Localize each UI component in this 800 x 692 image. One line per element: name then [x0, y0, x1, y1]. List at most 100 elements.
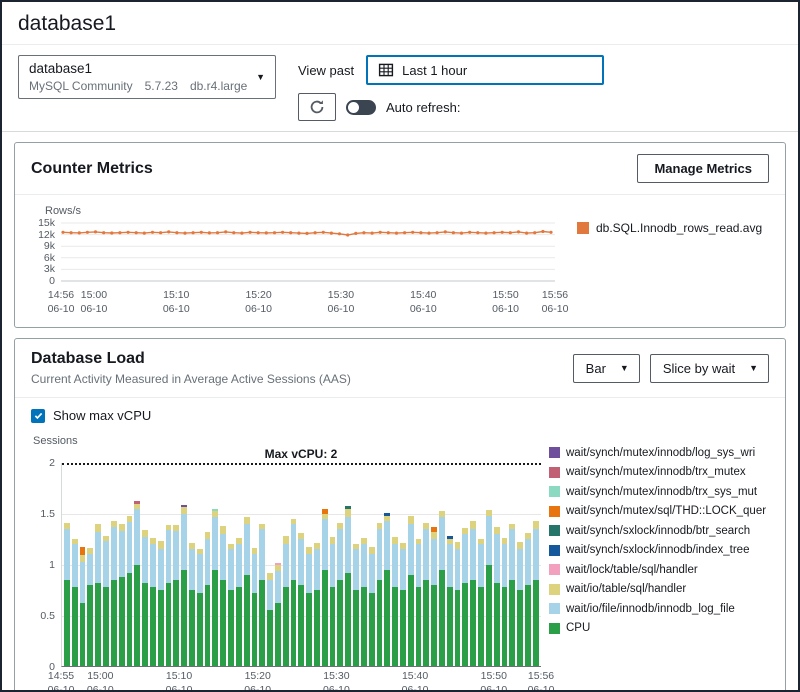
- y-axis-tick-label: 1: [49, 559, 55, 571]
- load-bar: [298, 463, 304, 666]
- load-bar-segment: [158, 549, 164, 590]
- load-bar: [494, 463, 500, 666]
- load-legend: wait/synch/mutex/innodb/log_sys_wriwait/…: [549, 435, 777, 692]
- max-vcpu-annotation: Max vCPU: 2: [61, 447, 541, 461]
- load-bar-segment: [283, 536, 289, 544]
- load-y-axis: 21.510.50: [31, 463, 61, 667]
- load-bar: [502, 463, 508, 666]
- load-bar-segment: [408, 524, 414, 575]
- load-bar: [220, 463, 226, 666]
- load-bar-segment: [87, 554, 93, 584]
- load-bar: [212, 463, 218, 666]
- load-bar-segment: [275, 571, 281, 603]
- chart-type-select[interactable]: Bar ▼: [573, 354, 640, 383]
- load-bar-segment: [95, 532, 101, 583]
- view-past-label: View past: [298, 63, 354, 78]
- load-bar-segment: [525, 585, 531, 666]
- load-bar-segment: [80, 555, 86, 562]
- counter-line-chart: [61, 219, 555, 283]
- database-selector-dropdown[interactable]: database1 MySQL Community 5.7.23 db.r4.l…: [18, 55, 276, 99]
- y-axis-tick-label: 6k: [44, 252, 55, 264]
- legend-swatch: [549, 545, 560, 556]
- load-bar-segment: [377, 529, 383, 580]
- database-name: database1: [29, 61, 247, 76]
- load-bar-segment: [252, 593, 258, 666]
- load-bar-segment: [244, 575, 250, 666]
- load-bar-segment: [166, 583, 172, 666]
- legend-swatch: [549, 564, 560, 575]
- load-bar-segment: [244, 517, 250, 524]
- load-bar: [72, 463, 78, 666]
- load-bar-segment: [205, 532, 211, 539]
- legend-swatch: [549, 603, 560, 614]
- load-bar-segment: [103, 541, 109, 587]
- legend-item: wait/synch/sxlock/innodb/index_tree: [549, 541, 777, 561]
- load-bar: [439, 463, 445, 666]
- legend-swatch: [549, 486, 560, 497]
- refresh-button[interactable]: [298, 93, 336, 121]
- load-bar-segment: [439, 517, 445, 570]
- load-bar-segment: [181, 514, 187, 570]
- database-version: 5.7.23: [145, 79, 178, 93]
- load-bar-segment: [337, 529, 343, 580]
- legend-label: wait/synch/sxlock/innodb/btr_search: [566, 525, 750, 537]
- y-axis-tick-label: 9k: [44, 240, 55, 252]
- legend-swatch: [549, 467, 560, 478]
- load-bar: [486, 463, 492, 666]
- x-axis-tick-label: 15:3006-10: [327, 289, 354, 316]
- load-bar: [291, 463, 297, 666]
- load-bar-segment: [416, 587, 422, 666]
- auto-refresh-toggle[interactable]: [346, 100, 376, 115]
- load-bar: [423, 463, 429, 666]
- load-bar-segment: [345, 509, 351, 517]
- load-bar-segment: [87, 585, 93, 666]
- load-bar-segment: [369, 547, 375, 554]
- load-bar: [322, 463, 328, 666]
- load-bar: [134, 463, 140, 666]
- load-bar: [462, 463, 468, 666]
- load-bar-segment: [353, 590, 359, 666]
- legend-item: CPU: [549, 619, 777, 639]
- time-range-input[interactable]: Last 1 hour: [366, 55, 604, 85]
- load-bar-segment: [189, 590, 195, 666]
- load-bar-segment: [275, 603, 281, 666]
- load-bar-segment: [439, 570, 445, 666]
- load-bar: [447, 463, 453, 666]
- load-bar-segment: [361, 544, 367, 587]
- database-load-panel: Database Load Current Activity Measured …: [14, 338, 786, 692]
- load-bar-segment: [72, 544, 78, 587]
- counter-y-axis-title: Rows/s: [45, 205, 565, 217]
- x-axis-tick-label: 15:3006-10: [323, 670, 350, 692]
- x-axis-tick-label: 15:5006-10: [492, 289, 519, 316]
- slice-by-select[interactable]: Slice by wait ▼: [650, 354, 769, 383]
- load-bar-segment: [322, 519, 328, 570]
- show-max-vcpu-checkbox[interactable]: Show max vCPU: [31, 408, 777, 423]
- legend-label: wait/io/table/sql/handler: [566, 583, 686, 595]
- load-bar-segment: [392, 587, 398, 666]
- load-bar-segment: [95, 583, 101, 666]
- load-bar: [205, 463, 211, 666]
- manage-metrics-button[interactable]: Manage Metrics: [637, 154, 769, 183]
- load-bar-segment: [142, 537, 148, 583]
- load-bar-segment: [259, 580, 265, 666]
- load-bar-segment: [173, 580, 179, 666]
- legend-label: wait/lock/table/sql/handler: [566, 564, 698, 576]
- load-bar-segment: [252, 554, 258, 593]
- load-bar-segment: [111, 580, 117, 666]
- x-axis-tick-label: 15:4006-10: [402, 670, 429, 692]
- load-bar-segment: [119, 577, 125, 666]
- x-axis-tick-label: 15:2006-10: [244, 670, 271, 692]
- load-bar: [470, 463, 476, 666]
- load-bar-segment: [119, 524, 125, 531]
- load-bar-segment: [64, 580, 70, 666]
- load-bar-segment: [111, 527, 117, 580]
- load-bar-segment: [361, 587, 367, 666]
- load-bar-segment: [127, 573, 133, 666]
- load-bar-segment: [330, 544, 336, 587]
- load-bar-segment: [306, 547, 312, 554]
- legend-label: wait/synch/mutex/sql/THD::LOCK_quer: [566, 505, 766, 517]
- page-header: database1 database1 MySQL Community 5.7.…: [2, 2, 798, 132]
- load-bar: [267, 463, 273, 666]
- y-axis-tick-label: 2: [49, 457, 55, 469]
- load-bar-segment: [236, 587, 242, 666]
